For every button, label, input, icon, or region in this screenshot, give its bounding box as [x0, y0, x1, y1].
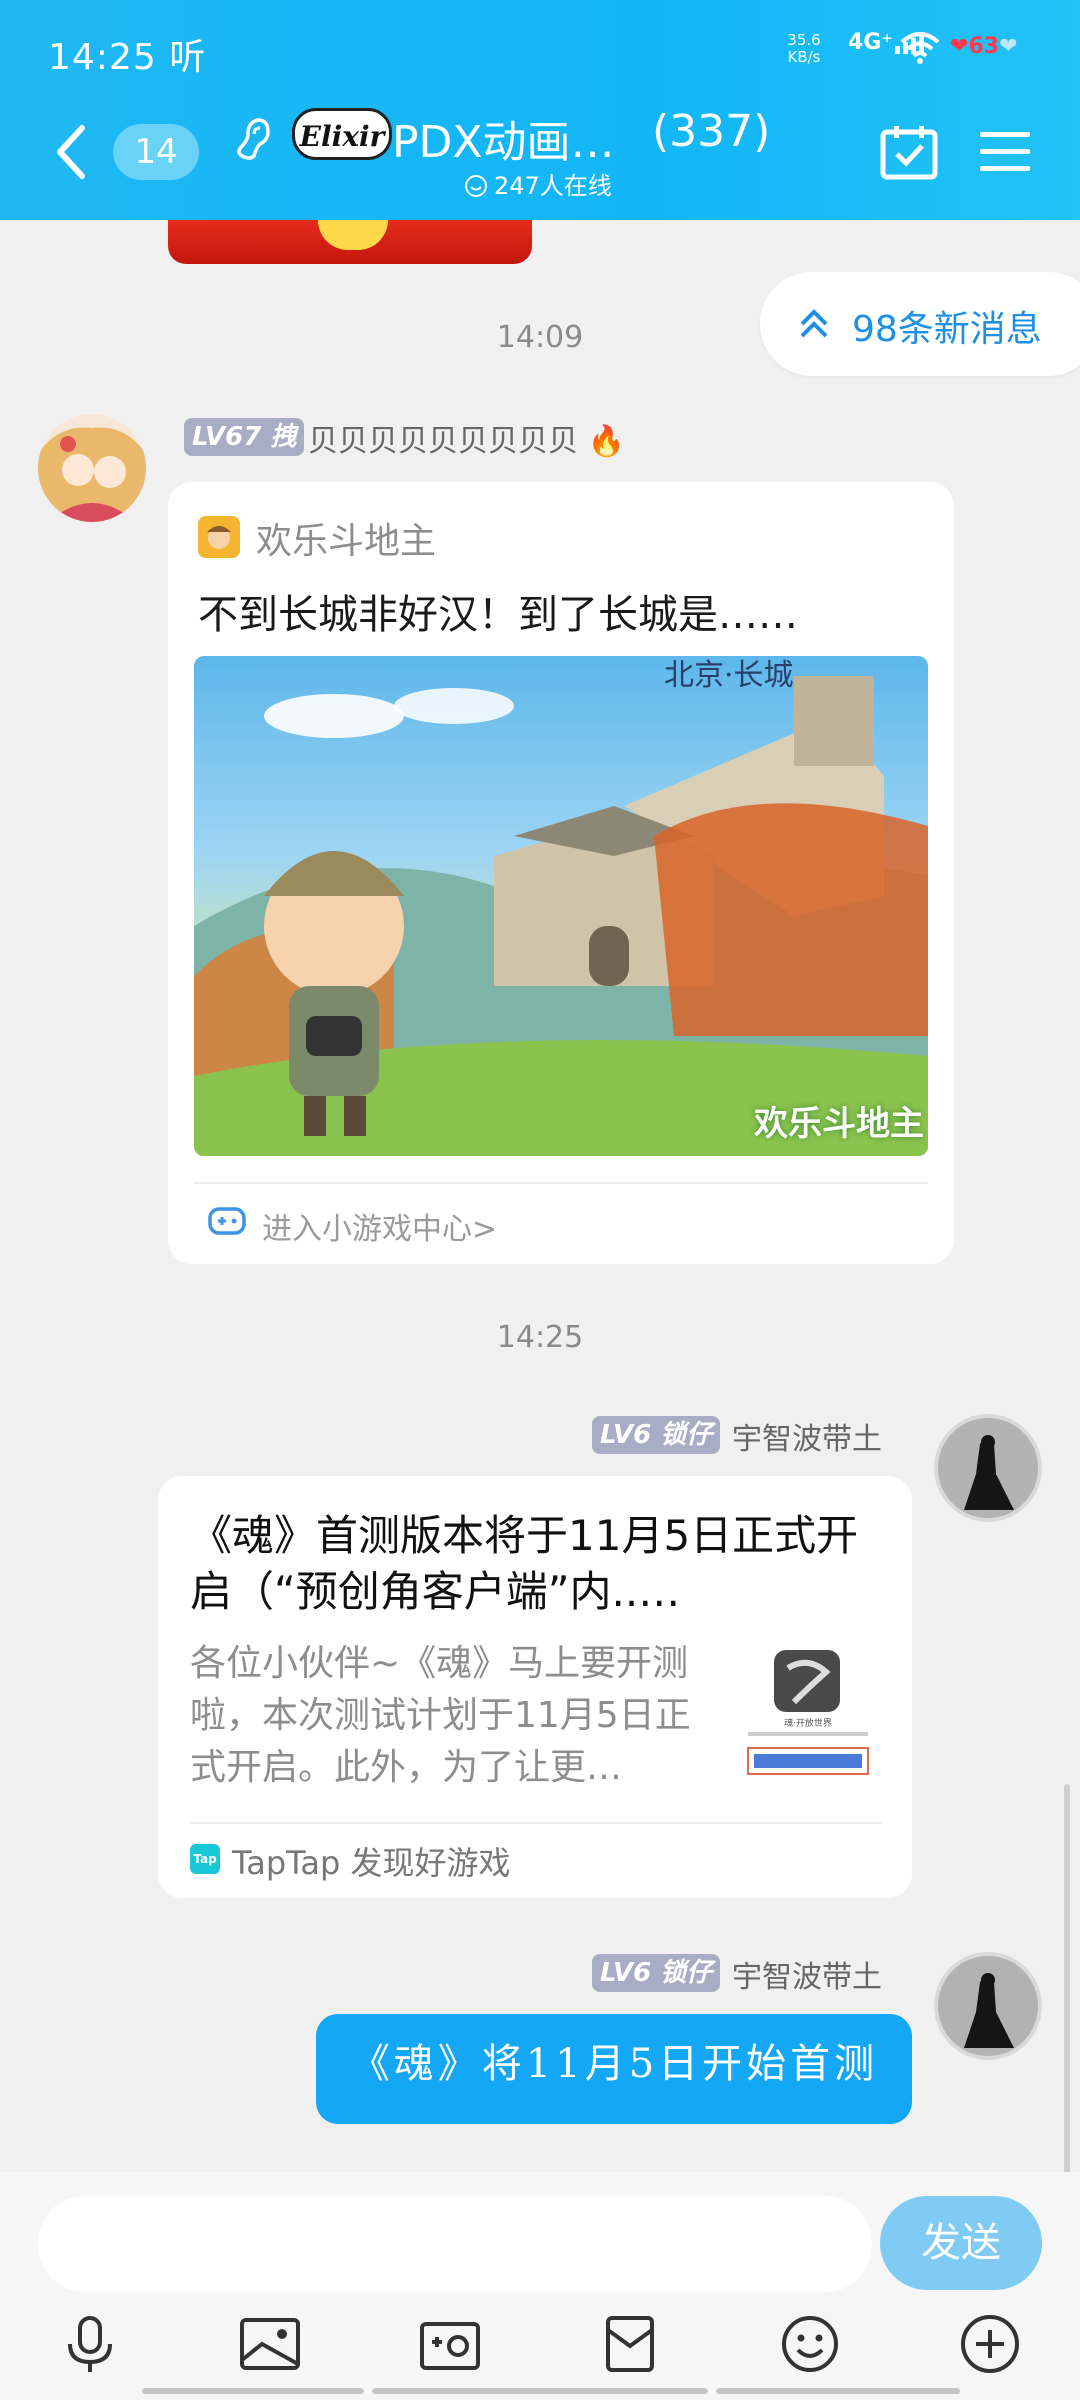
scrollbar[interactable] [1064, 1784, 1070, 2174]
online-count[interactable]: 247人在线 [464, 166, 612, 201]
online-text: 247人在线 [494, 172, 612, 200]
card-title: 不到长城非好汉！到了长城是…… [198, 592, 798, 638]
image-caption: 北京·长城 [664, 658, 794, 693]
net-speed-unit: KB/s [787, 48, 821, 66]
mic-icon[interactable] [58, 2312, 122, 2376]
red-packet-icon[interactable] [598, 2312, 662, 2376]
network-type: 4G⁺ [848, 30, 893, 55]
message-input[interactable] [38, 2196, 872, 2292]
nickname-text: 贝贝贝贝贝贝贝贝贝 [308, 424, 578, 459]
time-separator: 14:25 [496, 1320, 584, 1355]
level-badge: LV6 锁仔 [592, 1954, 721, 1992]
previous-message-image[interactable] [168, 220, 532, 264]
emoji-icon[interactable] [778, 2312, 842, 2376]
divider [190, 1822, 882, 1824]
gesture-bar [142, 2388, 364, 2394]
member-count[interactable]: (337) [652, 106, 770, 157]
level-badge: LV6 锁仔 [592, 1416, 721, 1454]
level-badge: LV67 拽 [184, 418, 305, 456]
online-smile-icon [465, 175, 487, 197]
menu-icon[interactable] [980, 130, 1030, 174]
game-logo-text: 欢乐斗地主 [754, 1104, 924, 1144]
camera-icon[interactable] [418, 2312, 482, 2376]
network-speed: 35.6 KB/s [784, 32, 824, 66]
gamepad-icon [208, 1207, 246, 1235]
status-time: 14:25 听 [48, 37, 207, 78]
divider [194, 1182, 928, 1184]
group-name[interactable]: PDX动画… [392, 106, 615, 170]
anime-avatar-image [38, 414, 146, 522]
great-wall-image: 北京·长城 欢乐斗地主 [194, 656, 928, 1156]
card-thumbnail: 魂·开放世界 [738, 1648, 878, 1778]
group-logo: Elixir [292, 108, 392, 160]
avatar[interactable] [934, 1952, 1042, 2060]
dark-figure-avatar-image [934, 1952, 1042, 2060]
game-app-name: 欢乐斗地主 [256, 521, 437, 562]
plus-icon[interactable] [958, 2312, 1022, 2376]
back-arrow-icon[interactable] [52, 122, 92, 182]
time-separator: 14:09 [496, 320, 584, 355]
battery-indicator: ❤63❤ [950, 34, 1018, 59]
card-description: 各位小伙伴~《魂》马上要开测啦，本次测试计划于11月5日正式开启。此外，为了让更… [190, 1643, 691, 1788]
wifi-icon [900, 32, 940, 64]
ear-icon[interactable] [232, 112, 272, 162]
gesture-bar [716, 2388, 960, 2394]
taptap-share-card[interactable]: 《魂》首测版本将于11月5日正式开启（“预创角客户端”内..… 各位小伙伴~《魂… [158, 1476, 912, 1898]
avatar[interactable] [934, 1414, 1042, 1522]
card-title: 《魂》首测版本将于11月5日正式开启（“预创角客户端”内..… [190, 1511, 859, 1616]
image-icon[interactable] [238, 2312, 302, 2376]
mini-game-center-link[interactable]: 进入小游戏中心> [262, 1204, 497, 1248]
net-speed-value: 35.6 [787, 31, 821, 49]
unread-count-badge[interactable]: 14 [113, 124, 199, 180]
sender-nickname[interactable]: 宇智波带土 [732, 1414, 882, 1458]
sender-nickname[interactable]: 贝贝贝贝贝贝贝贝贝 🔥 [308, 416, 625, 460]
taptap-icon: Tap [190, 1844, 220, 1874]
message-bubble[interactable]: 《魂》将11月5日开始首测 [316, 2014, 912, 2124]
gesture-bar [372, 2388, 708, 2394]
battery-level: 63 [968, 34, 1000, 59]
calendar-check-icon[interactable] [880, 124, 938, 180]
thumb-caption: 魂·开放世界 [784, 1717, 832, 1729]
avatar[interactable] [38, 414, 146, 522]
fire-icon: 🔥 [587, 424, 625, 459]
sender-nickname[interactable]: 宇智波带土 [732, 1952, 882, 1996]
dark-figure-avatar-image [934, 1414, 1042, 1522]
game-app-icon [198, 516, 240, 558]
send-button[interactable]: 发送 [880, 2196, 1042, 2290]
mini-game-share-card[interactable]: 欢乐斗地主 不到长城非好汉！到了长城是…… 北京·长城 欢乐斗地主 进入小游戏中… [168, 482, 954, 1264]
message-text: 《魂》将11月5日开始首测 [349, 2041, 879, 2087]
card-source[interactable]: TapTap 发现好游戏 [232, 1838, 511, 1884]
